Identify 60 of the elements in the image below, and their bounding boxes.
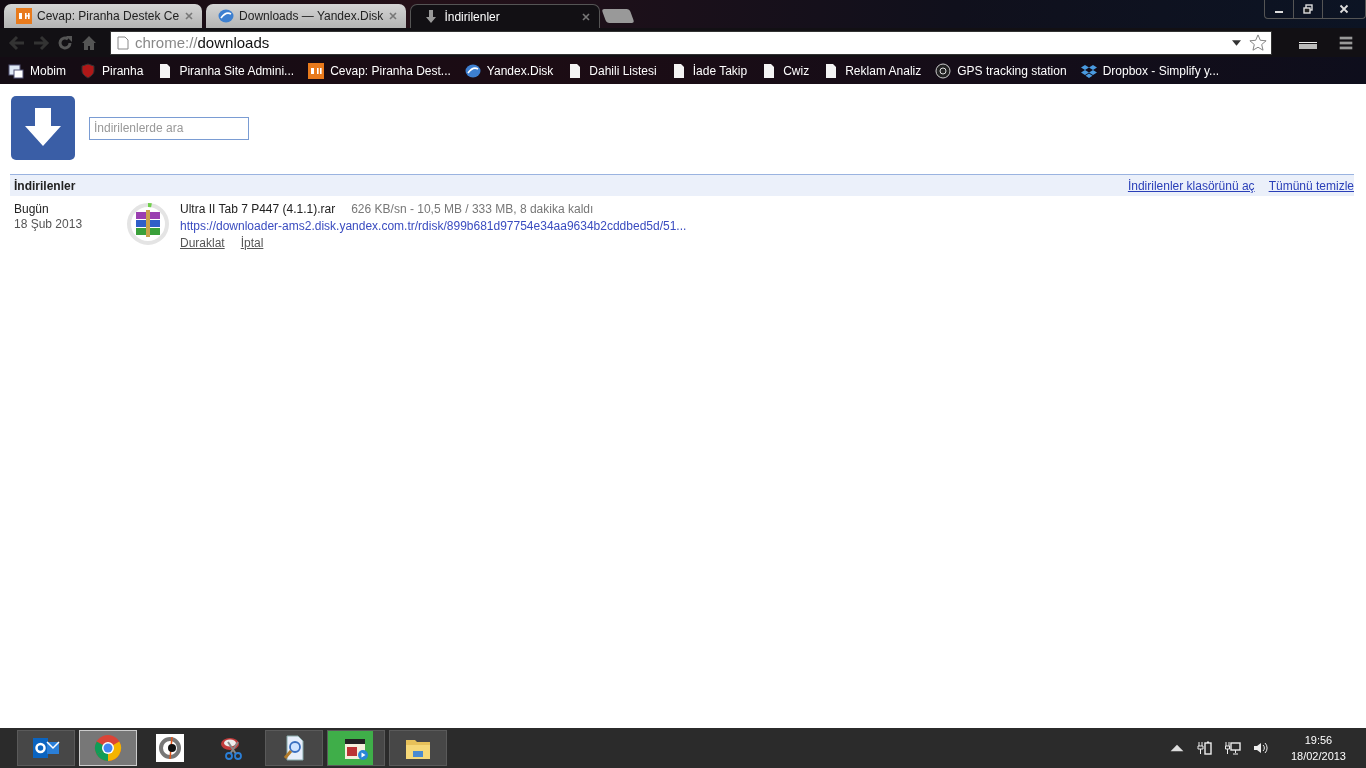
minimize-icon (1275, 11, 1283, 13)
speaker-icon[interactable] (1252, 740, 1269, 756)
dropbox-icon (1080, 62, 1097, 79)
file-name: Ultra II Tab 7 P447 (4.1.1).rar (180, 202, 336, 216)
battery-plug-icon[interactable] (1196, 740, 1213, 756)
taskbar-button[interactable] (389, 730, 447, 766)
browser-tab[interactable]: Cevap: Piranha Destek Ce (4, 4, 203, 28)
bookmark[interactable]: Cevap: Piranha Dest... (308, 62, 451, 79)
search-field[interactable]: İndirilenlerde ara (89, 116, 249, 140)
section-title: İndirilenler (14, 178, 76, 193)
dh-logo-icon (308, 62, 325, 79)
bookmark[interactable]: İade Takip (670, 62, 748, 79)
bookmark[interactable]: Piranha Site Admini... (157, 62, 295, 79)
action-link[interactable]: Duraklat (180, 236, 225, 250)
bookmark[interactable]: Piranha (80, 62, 144, 79)
close-icon (1339, 4, 1349, 14)
url-scheme: chrome:// (135, 34, 198, 51)
home-icon[interactable] (80, 33, 98, 52)
bookmark[interactable]: Mobim (8, 62, 66, 79)
new-tab-button[interactable] (601, 9, 635, 23)
bookmark[interactable]: Cwiz (761, 62, 810, 79)
chrome-icon (94, 734, 122, 762)
browser-tab[interactable]: Downloads — Yandex.Disk (206, 4, 407, 28)
archive-books-icon (133, 209, 163, 239)
taskbar-button[interactable] (17, 730, 75, 766)
day-label: Bugün (14, 202, 50, 216)
download-status: 626 KB/sn - 10,5 MB / 333 MB, 8 dakika kaldı (351, 202, 594, 216)
bookmark[interactable]: Dahili Listesi (567, 62, 657, 79)
restore-icon (1303, 4, 1313, 14)
dropdown-caret-icon[interactable] (1232, 39, 1241, 46)
clock[interactable]: 19:56 18/02/2013 (1276, 732, 1366, 764)
address-bar[interactable]: chrome://downloads (110, 30, 1272, 55)
bookmark[interactable]: Yandex.Disk (464, 62, 554, 79)
browser-tab[interactable]: İndirilenler (410, 4, 601, 28)
header-link[interactable]: İndirilenler klasörünü aç (1127, 178, 1255, 193)
bookmark[interactable]: GPS tracking station (935, 62, 1067, 79)
action-link[interactable]: İptal (240, 236, 264, 250)
dh-logo-icon (16, 8, 32, 24)
c-logo-icon (156, 734, 184, 762)
reload-icon[interactable] (56, 33, 74, 52)
app-window-icon (8, 62, 24, 79)
header-link[interactable]: Tümünü temizle (1268, 178, 1354, 193)
bookmark[interactable]: Dropbox - Simplify y... (1080, 62, 1220, 79)
disk-icon (218, 8, 235, 24)
taskbar-button[interactable] (265, 730, 323, 766)
close-icon[interactable] (581, 11, 592, 22)
disk-icon (464, 62, 481, 79)
download-logo-icon (11, 96, 75, 160)
bookmark[interactable]: Reklam Analiz (823, 62, 922, 79)
source-url-link[interactable]: https://downloader-ams2.disk.yandex.com.tr/rdisk/899b681d97754e34aa9634b2cddbed5d/51... (180, 219, 687, 233)
url-path: downloads (197, 34, 270, 51)
circle-logo-icon (935, 62, 952, 79)
shield-icon (80, 62, 96, 79)
close-icon[interactable] (388, 11, 399, 21)
star-icon[interactable] (1249, 33, 1267, 52)
taskbar-button[interactable] (327, 730, 385, 766)
network-icon[interactable] (1224, 740, 1241, 756)
close-icon[interactable] (184, 11, 195, 21)
page-icon (117, 35, 129, 50)
date-label: 18 Şub 2013 (14, 217, 84, 231)
